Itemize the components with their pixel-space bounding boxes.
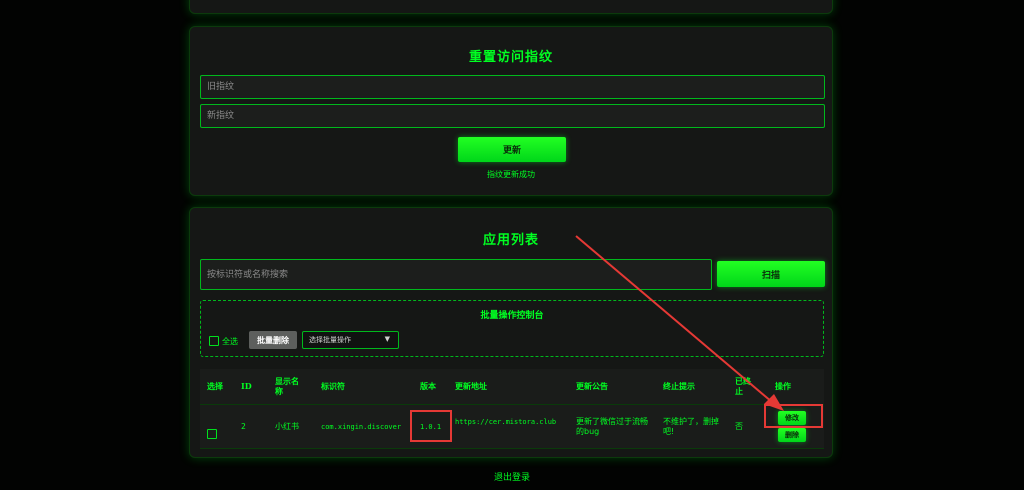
status-message: 指纹更新成功 — [487, 170, 535, 179]
col-id: ID — [241, 381, 252, 391]
logout-link[interactable]: 退出登录 — [0, 470, 1024, 483]
batch-console: 批量操作控制台 全选 批量删除 选择批量操作 ▼ — [200, 300, 824, 357]
reset-fingerprint-title: 重置访问指纹 — [468, 50, 553, 65]
reset-fingerprint-panel: 重置访问指纹 更新 指纹更新成功 — [189, 26, 833, 196]
search-input[interactable] — [200, 259, 712, 290]
delete-button[interactable]: 删除 — [778, 428, 806, 442]
batch-action-select-value: 选择批量操作 — [309, 336, 351, 344]
row-id: 2 — [241, 422, 246, 431]
row-url: https://cer.mistora.club — [455, 418, 557, 426]
update-button[interactable]: 更新 — [458, 137, 566, 162]
top-panel — [189, 0, 833, 14]
row-select-checkbox[interactable] — [207, 429, 217, 439]
row-stopped: 否 — [735, 422, 743, 431]
col-notice: 更新公告 — [576, 381, 608, 391]
row-name: 小红书 — [275, 422, 299, 431]
app-list-panel: 应用列表 扫描 批量操作控制台 全选 批量删除 选择批量操作 ▼ 选择 ID 显… — [189, 207, 833, 458]
old-fingerprint-input[interactable] — [200, 75, 825, 99]
new-fingerprint-input[interactable] — [200, 104, 825, 128]
col-url: 更新地址 — [455, 381, 487, 391]
app-list-title: 应用列表 — [482, 233, 539, 248]
col-select: 选择 — [207, 381, 223, 391]
select-all-label: 全选 — [222, 337, 238, 346]
table-bottom-divider — [200, 448, 824, 449]
row-stop-hint: 不维护了，删掉吧! — [663, 417, 719, 436]
col-stopped: 已终止 — [735, 376, 751, 396]
version-highlight-box — [410, 410, 452, 442]
row-notice: 更新了微信过于流畅的bug — [576, 417, 648, 436]
col-version: 版本 — [420, 381, 436, 391]
edit-highlight-box — [764, 404, 823, 428]
table-row: 2 小红书 com.xingin.discover 1.0.1 https://… — [200, 405, 824, 449]
col-actions: 操作 — [775, 381, 791, 391]
col-name: 显示名称 — [275, 376, 299, 396]
col-stop-hint: 终止提示 — [663, 381, 695, 391]
chevron-down-icon: ▼ — [384, 335, 390, 343]
batch-console-title: 批量操作控制台 — [480, 311, 544, 321]
row-identifier: com.xingin.discover — [321, 423, 402, 431]
scan-button[interactable]: 扫描 — [717, 261, 825, 287]
select-all-checkbox[interactable] — [209, 336, 219, 346]
col-identifier: 标识符 — [321, 381, 345, 391]
app-table: 选择 ID 显示名称 标识符 版本 更新地址 更新公告 终止提示 已终止 操作 … — [200, 369, 824, 449]
batch-action-select[interactable]: 选择批量操作 ▼ — [302, 331, 399, 349]
batch-delete-button[interactable]: 批量删除 — [249, 331, 297, 349]
